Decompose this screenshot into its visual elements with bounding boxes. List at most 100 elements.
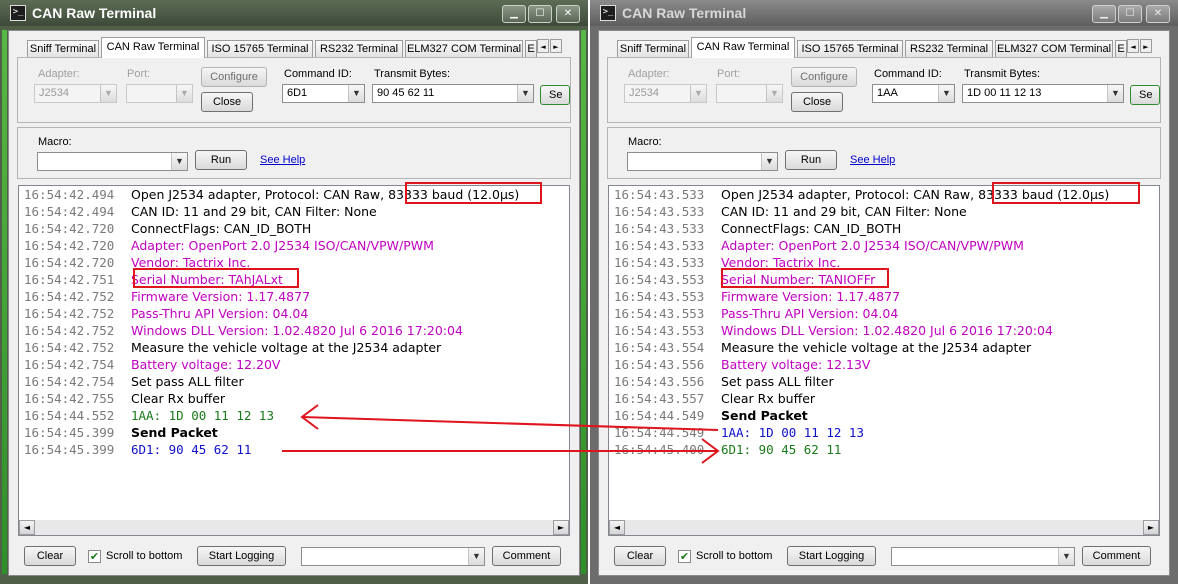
send-button[interactable]: Se [540, 85, 570, 105]
maximize-icon[interactable]: ☐ [1118, 5, 1142, 23]
send-button[interactable]: Se [1130, 85, 1160, 105]
log-timestamp: 16:54:43.553 [614, 323, 705, 338]
chevron-down-icon: ▼ [690, 85, 706, 102]
run-button[interactable]: Run [195, 150, 247, 170]
see-help-link[interactable]: See Help [260, 154, 305, 166]
macro-select[interactable]: ▼ [37, 152, 188, 171]
tab-iso-15765-terminal[interactable]: ISO 15765 Terminal [797, 40, 903, 57]
transmit-bytes-input[interactable]: 90 45 62 11 ▼ [372, 84, 534, 103]
chevron-down-icon: ▼ [468, 548, 484, 565]
log-timestamp: 16:54:43.557 [614, 391, 705, 406]
log-output[interactable]: 16:54:43.533 Open J2534 adapter, Protocol… [608, 185, 1160, 522]
transmit-bytes-input[interactable]: 1D 00 11 12 13 ▼ [962, 84, 1124, 103]
log-message: Measure the vehicle voltage at the J2534… [721, 340, 1032, 355]
maximize-icon[interactable]: ☐ [528, 5, 552, 23]
log-timestamp: 16:54:42.720 [24, 238, 115, 253]
chevron-right-icon[interactable]: ► [550, 39, 562, 53]
chevron-right-icon[interactable]: ► [1143, 520, 1159, 535]
log-message: ConnectFlags: CAN_ID_BOTH [721, 221, 902, 236]
scroll-to-bottom-checkbox[interactable]: ✔ [88, 550, 101, 563]
command-id-select[interactable]: 6D1 ▼ [282, 84, 365, 103]
log-message: 1AA: 1D 00 11 12 13 [131, 408, 274, 423]
tab-can-raw-terminal[interactable]: CAN Raw Terminal [691, 37, 795, 58]
adapter-select[interactable]: J2534 ▼ [34, 84, 117, 103]
tab-overflow[interactable]: E [525, 40, 537, 57]
chevron-left-icon[interactable]: ◄ [19, 520, 35, 535]
command-id-value: 1AA [877, 87, 898, 99]
chevron-down-icon: ▼ [348, 85, 364, 102]
minimize-icon[interactable]: ▁ [502, 5, 526, 23]
chevron-right-icon[interactable]: ► [553, 520, 569, 535]
log-message: Send Packet [721, 408, 808, 423]
log-timestamp: 16:54:42.751 [24, 272, 115, 287]
terminal-icon: >_ [10, 5, 26, 21]
start-logging-button[interactable]: Start Logging [197, 546, 286, 566]
port-label: Port: [127, 68, 151, 80]
tab-iso-15765-terminal[interactable]: ISO 15765 Terminal [207, 40, 313, 57]
tab-sniff-terminal[interactable]: Sniff Terminal [617, 40, 689, 57]
log-timestamp: 16:54:44.549 [614, 425, 705, 440]
chevron-left-icon[interactable]: ◄ [1127, 39, 1139, 53]
close-button[interactable]: Close [791, 92, 843, 112]
macro-panel: Macro: ▼ Run See Help [17, 127, 571, 179]
adapter-select[interactable]: J2534 ▼ [624, 84, 707, 103]
scroll-to-bottom-checkbox[interactable]: ✔ [678, 550, 691, 563]
log-timestamp: 16:54:45.399 [24, 442, 115, 457]
tab-sniff-terminal[interactable]: Sniff Terminal [27, 40, 99, 57]
log-message: Send Packet [131, 425, 218, 440]
log-timestamp: 16:54:44.549 [614, 408, 705, 423]
chevron-down-icon: ▼ [171, 153, 187, 170]
chevron-right-icon[interactable]: ► [1140, 39, 1152, 53]
minimize-icon[interactable]: ▁ [1092, 5, 1116, 23]
command-id-select[interactable]: 1AA ▼ [872, 84, 955, 103]
tab-strip: Sniff Terminal CAN Raw Terminal ISO 1576… [17, 37, 571, 58]
tab-elm327-com-terminal[interactable]: ELM327 COM Terminal [995, 40, 1113, 57]
chevron-down-icon: ▼ [1058, 548, 1074, 565]
port-select[interactable]: ▼ [126, 84, 193, 103]
tab-overflow[interactable]: E [1115, 40, 1127, 57]
run-button[interactable]: Run [785, 150, 837, 170]
close-icon[interactable]: ✕ [556, 5, 580, 23]
terminal-icon: >_ [600, 5, 616, 21]
log-output[interactable]: 16:54:42.494 Open J2534 adapter, Protocol… [18, 185, 570, 522]
log-message: Windows DLL Version: 1.02.4820 Jul 6 201… [131, 323, 463, 338]
log-message: 6D1: 90 45 62 11 [721, 442, 842, 457]
log-timestamp: 16:54:43.533 [614, 221, 705, 236]
chevron-left-icon[interactable]: ◄ [609, 520, 625, 535]
clear-button[interactable]: Clear [24, 546, 76, 566]
comment-select[interactable]: ▼ [301, 547, 485, 566]
tab-rs232-terminal[interactable]: RS232 Terminal [905, 40, 993, 57]
chevron-left-icon[interactable]: ◄ [537, 39, 549, 53]
log-message: CAN ID: 11 and 29 bit, CAN Filter: None [721, 204, 967, 219]
chevron-down-icon: ▼ [766, 85, 782, 102]
log-message: Set pass ALL filter [131, 374, 244, 389]
clear-button[interactable]: Clear [614, 546, 666, 566]
log-timestamp: 16:54:43.533 [614, 204, 705, 219]
start-logging-button[interactable]: Start Logging [787, 546, 876, 566]
serial-highlight-box [721, 268, 889, 288]
macro-label: Macro: [38, 136, 72, 148]
configure-button[interactable]: Configure [791, 67, 857, 87]
comment-button[interactable]: Comment [1082, 546, 1151, 566]
log-message: Adapter: OpenPort 2.0 J2534 ISO/CAN/VPW/… [721, 238, 1024, 253]
close-button[interactable]: Close [201, 92, 253, 112]
window-left: >_ CAN Raw Terminal ▁ ☐ ✕ Sniff Terminal… [0, 0, 588, 584]
log-message: Firmware Version: 1.17.4877 [131, 289, 311, 304]
log-timestamp: 16:54:43.533 [614, 255, 705, 270]
close-icon[interactable]: ✕ [1146, 5, 1170, 23]
log-timestamp: 16:54:43.553 [614, 289, 705, 304]
tab-can-raw-terminal[interactable]: CAN Raw Terminal [101, 37, 205, 58]
title-bar[interactable]: >_ CAN Raw Terminal ▁ ☐ ✕ [590, 0, 1178, 26]
log-horizontal-scrollbar[interactable]: ◄ ► [18, 520, 570, 536]
comment-select[interactable]: ▼ [891, 547, 1075, 566]
tab-elm327-com-terminal[interactable]: ELM327 COM Terminal [405, 40, 523, 57]
tab-rs232-terminal[interactable]: RS232 Terminal [315, 40, 403, 57]
title-bar[interactable]: >_ CAN Raw Terminal ▁ ☐ ✕ [0, 0, 588, 26]
configure-button[interactable]: Configure [201, 67, 267, 87]
window-right: >_ CAN Raw Terminal ▁ ☐ ✕ Sniff Terminal… [590, 0, 1178, 584]
comment-button[interactable]: Comment [492, 546, 561, 566]
macro-select[interactable]: ▼ [627, 152, 778, 171]
see-help-link[interactable]: See Help [850, 154, 895, 166]
port-select[interactable]: ▼ [716, 84, 783, 103]
log-horizontal-scrollbar[interactable]: ◄ ► [608, 520, 1160, 536]
